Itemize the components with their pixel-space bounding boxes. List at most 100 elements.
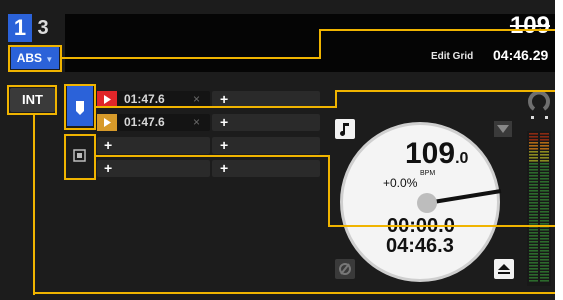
meter-segment	[540, 184, 549, 186]
plus-icon: +	[220, 137, 229, 153]
meter-segment	[540, 271, 549, 273]
callout-int	[7, 85, 57, 115]
waveform-overview[interactable]	[65, 14, 415, 72]
meter-segment	[529, 169, 538, 171]
meter-segment	[529, 277, 538, 279]
callout-loop	[64, 134, 96, 180]
callout-line	[96, 106, 336, 108]
meter-segment	[540, 196, 549, 198]
meter-segment	[529, 139, 538, 141]
callout-line	[33, 115, 35, 295]
remove-cue-icon[interactable]: ×	[193, 114, 200, 131]
meter-segment	[529, 280, 538, 282]
play-cue-button[interactable]	[97, 114, 117, 131]
meter-segment	[529, 187, 538, 189]
meter-segment	[540, 157, 549, 159]
callout-hotcue	[64, 84, 96, 130]
meter-segment	[529, 184, 538, 186]
deck-number-area: 1 3	[8, 14, 58, 44]
callout-line	[33, 292, 555, 294]
tempo-arc	[527, 89, 551, 113]
meter-segment	[540, 154, 549, 156]
play-icon	[104, 118, 111, 127]
plus-icon: +	[220, 114, 229, 130]
meter-segment	[529, 265, 538, 267]
add-loop-button[interactable]: +	[97, 160, 210, 177]
meter-segment	[529, 163, 538, 165]
add-loop-button[interactable]: +	[212, 137, 320, 154]
callout-abs	[8, 45, 62, 72]
meter-segment	[540, 136, 549, 138]
meter-segment	[540, 133, 549, 135]
callout-line	[319, 29, 555, 31]
meter-segment	[540, 238, 549, 240]
meter-segment	[529, 211, 538, 213]
callout-line	[62, 57, 320, 59]
meter-segment	[529, 133, 538, 135]
meter-segment	[540, 208, 549, 210]
jog-platter[interactable]: 109.0 BPM +0.0% 00:00.0 04:46.3	[340, 122, 502, 282]
add-loop-button[interactable]: +	[212, 160, 320, 177]
meter-segment	[529, 193, 538, 195]
pitch-value: +0.0%	[383, 176, 418, 190]
meter-segment	[540, 205, 549, 207]
callout-line	[335, 90, 555, 92]
meter-segment	[540, 145, 549, 147]
meter-segment	[529, 262, 538, 264]
meter-segment	[540, 250, 549, 252]
edit-grid-label[interactable]: Edit Grid	[431, 51, 473, 62]
meter-segment	[540, 232, 549, 234]
cue-time: 01:47.6	[124, 115, 165, 129]
meter-segment	[540, 217, 549, 219]
remaining-time: 04:46.3	[386, 235, 454, 257]
meter-segment	[529, 181, 538, 183]
meter-segment	[540, 160, 549, 162]
meter-segment	[540, 256, 549, 258]
meter-segment	[540, 274, 549, 276]
meter-segment	[529, 238, 538, 240]
callout-line	[319, 29, 321, 59]
callout-line	[96, 155, 329, 157]
meter-segment	[529, 196, 538, 198]
bpm-decimal: .0	[455, 150, 469, 167]
meter-segment	[529, 148, 538, 150]
meter-segment	[540, 151, 549, 153]
deck-number-secondary[interactable]: 3	[33, 14, 53, 42]
meter-segment	[540, 259, 549, 261]
meter-segment	[540, 139, 549, 141]
meter-segment	[540, 247, 549, 249]
meter-segment	[529, 154, 538, 156]
meter-segment	[540, 190, 549, 192]
meter-segment	[529, 259, 538, 261]
meter-segment	[529, 160, 538, 162]
meter-segment	[529, 145, 538, 147]
meter-segment	[529, 136, 538, 138]
meter-segment	[540, 163, 549, 165]
meter-segment	[540, 166, 549, 168]
meter-segment	[540, 169, 549, 171]
meter-segment	[540, 193, 549, 195]
add-cue-button[interactable]: +	[212, 114, 320, 131]
meter-segment	[529, 208, 538, 210]
meter-segment	[540, 178, 549, 180]
meter-segment	[529, 271, 538, 273]
meter-segment	[540, 175, 549, 177]
meter-segment	[529, 274, 538, 276]
meter-segment	[540, 220, 549, 222]
meter-segment	[529, 232, 538, 234]
meter-segment	[540, 262, 549, 264]
plus-icon: +	[220, 160, 229, 176]
level-meter	[527, 131, 551, 286]
cue-row-2[interactable]: 01:47.6 ×	[97, 114, 210, 131]
callout-line	[328, 155, 330, 227]
meter-segment	[529, 151, 538, 153]
meter-segment	[540, 229, 549, 231]
meter-segment	[540, 235, 549, 237]
meter-segment	[540, 187, 549, 189]
deck-number-primary[interactable]: 1	[8, 14, 32, 42]
meter-segment	[529, 253, 538, 255]
bpm-integer: 109	[405, 137, 456, 170]
meter-segment	[529, 172, 538, 174]
add-loop-button[interactable]: +	[97, 137, 210, 154]
plus-icon: +	[104, 137, 113, 153]
